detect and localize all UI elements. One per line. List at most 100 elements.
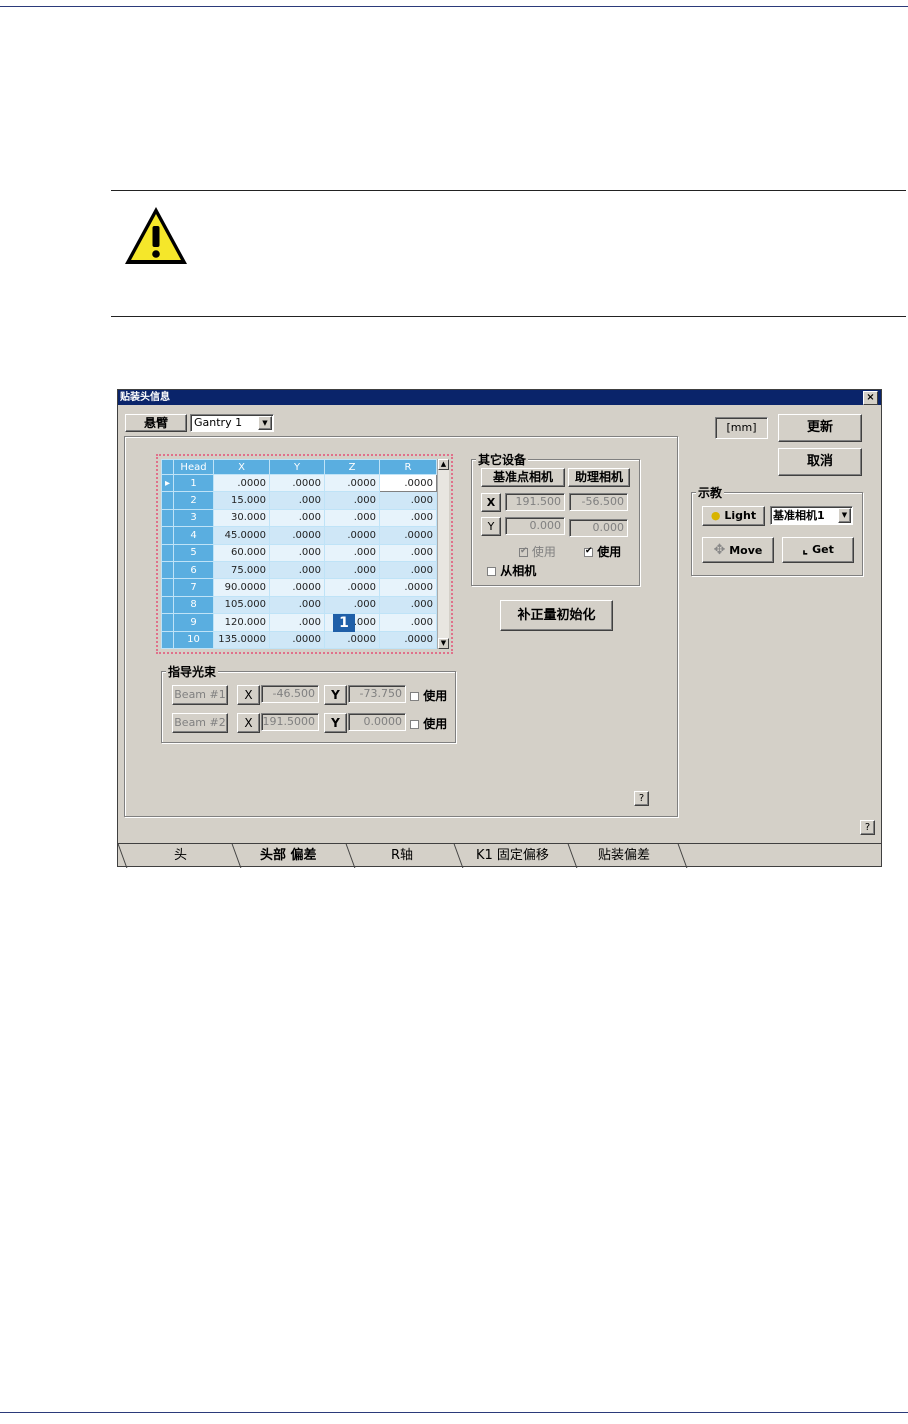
table-cell-x[interactable]: 120.000 bbox=[213, 613, 270, 632]
table-cell-x[interactable]: 135.0000 bbox=[213, 630, 270, 650]
scroll-up-icon[interactable]: ▲ bbox=[438, 459, 449, 470]
checkbox-box[interactable] bbox=[487, 567, 496, 576]
get-button[interactable]: ⌞ Get bbox=[782, 537, 854, 563]
offset-init-button[interactable]: 补正量初始化 bbox=[500, 600, 613, 631]
table-cell-r[interactable]: .000 bbox=[379, 491, 437, 510]
table-cell-x[interactable]: 45.0000 bbox=[213, 526, 270, 545]
table-row[interactable]: 4 45.0000 .0000 .0000 .0000 bbox=[161, 526, 437, 545]
table-cell-x[interactable]: 15.000 bbox=[213, 491, 270, 510]
head-table: Head X Y Z R ▸ 1 .0000 .0000 .0000 .0000 bbox=[161, 459, 437, 650]
tab-r-axis[interactable]: R轴 bbox=[391, 846, 413, 866]
row-selector[interactable] bbox=[161, 560, 174, 580]
tab-mount-offset[interactable]: 贴装偏差 bbox=[598, 846, 650, 866]
table-row[interactable]: 10 135.0000 .0000 .0000 .0000 bbox=[161, 630, 437, 650]
row-selector[interactable] bbox=[161, 613, 174, 632]
table-scrollbar[interactable]: ▲ ▼ bbox=[437, 459, 449, 649]
checkbox-box[interactable] bbox=[410, 692, 419, 701]
table-cell-y[interactable]: .000 bbox=[269, 543, 325, 562]
table-cell-r[interactable]: .0000 bbox=[379, 630, 437, 650]
table-cell-y[interactable]: .0000 bbox=[269, 473, 325, 493]
table-cell-y[interactable]: .0000 bbox=[269, 630, 325, 650]
move-arrows-icon: ✥ bbox=[713, 542, 726, 558]
table-row[interactable]: 5 60.000 .000 .000 .000 bbox=[161, 543, 437, 562]
table-cell-y[interactable]: .000 bbox=[269, 560, 325, 580]
table-row[interactable]: 2 15.000 .000 .000 .000 bbox=[161, 491, 437, 510]
table-row[interactable]: 3 30.000 .000 .000 .000 bbox=[161, 508, 437, 528]
aux-camera-x-field[interactable]: -56.500 bbox=[569, 493, 628, 511]
table-cell-r[interactable]: .000 bbox=[379, 560, 437, 580]
table-cell-z[interactable]: .000 bbox=[324, 491, 380, 510]
row-selector[interactable] bbox=[161, 543, 174, 562]
table-cell-r[interactable]: .000 bbox=[379, 508, 437, 528]
dialog-help-button[interactable]: ? bbox=[860, 820, 875, 835]
checkbox-box[interactable] bbox=[584, 546, 593, 557]
table-cell-z[interactable]: .0000 bbox=[324, 630, 380, 650]
table-row[interactable]: 7 90.0000 .0000 .0000 .0000 bbox=[161, 578, 437, 597]
row-selector[interactable] bbox=[161, 595, 174, 615]
table-cell-r[interactable]: .0000 bbox=[379, 578, 437, 597]
table-row[interactable]: 8 105.000 .000 .000 .000 bbox=[161, 595, 437, 615]
cancel-button[interactable]: 取消 bbox=[778, 448, 862, 476]
row-selector[interactable] bbox=[161, 508, 174, 528]
base-camera-x-field[interactable]: 191.500 bbox=[505, 493, 565, 511]
table-cell-r[interactable]: .0000 bbox=[379, 526, 437, 545]
table-cell-z[interactable]: .0000 bbox=[324, 578, 380, 597]
guide-beam-title: 指导光束 bbox=[166, 663, 219, 680]
light-button[interactable]: ● Light bbox=[702, 506, 765, 526]
table-cell-r[interactable]: .0000 bbox=[379, 473, 437, 493]
row-selector[interactable] bbox=[161, 578, 174, 597]
base-camera-use-checkbox[interactable]: 使用 bbox=[519, 543, 556, 560]
scroll-down-icon[interactable]: ▼ bbox=[438, 638, 449, 649]
table-row[interactable]: 9 120.000 .000 .000 .000 bbox=[161, 613, 437, 632]
beam1-use-checkbox[interactable]: 使用 bbox=[410, 687, 447, 704]
table-cell-x[interactable]: 60.000 bbox=[213, 543, 270, 562]
beam2-use-checkbox[interactable]: 使用 bbox=[410, 715, 447, 732]
base-camera-y-field[interactable]: 0.000 bbox=[505, 517, 565, 535]
table-cell-z[interactable]: .0000 bbox=[324, 526, 380, 545]
table-cell-z[interactable]: .000 bbox=[324, 595, 380, 615]
beam2-y-field[interactable]: 0.0000 bbox=[348, 713, 406, 731]
row-selector[interactable] bbox=[161, 526, 174, 545]
table-cell-y[interactable]: .0000 bbox=[269, 578, 325, 597]
beam1-x-field[interactable]: -46.500 bbox=[261, 685, 319, 703]
tab-k1-fixed-offset[interactable]: K1 固定偏移 bbox=[476, 846, 549, 866]
table-cell-y[interactable]: .000 bbox=[269, 595, 325, 615]
table-cell-r[interactable]: .000 bbox=[379, 595, 437, 615]
tab-head[interactable]: 头 bbox=[174, 846, 187, 866]
tab-head-offset[interactable]: 头部 偏差 bbox=[260, 846, 317, 866]
gantry-select[interactable]: Gantry 1 ▼ bbox=[190, 414, 274, 432]
panel-help-button[interactable]: ? bbox=[634, 791, 649, 806]
aux-camera-y-field[interactable]: 0.000 bbox=[569, 519, 628, 537]
move-button[interactable]: ✥ Move bbox=[702, 537, 774, 563]
table-cell-y[interactable]: .000 bbox=[269, 491, 325, 510]
table-cell-x[interactable]: 105.000 bbox=[213, 595, 270, 615]
table-cell-r[interactable]: .000 bbox=[379, 613, 437, 632]
table-cell-y[interactable]: .0000 bbox=[269, 526, 325, 545]
beam1-y-field[interactable]: -73.750 bbox=[348, 685, 406, 703]
chevron-down-icon[interactable]: ▼ bbox=[838, 508, 851, 523]
table-cell-x[interactable]: 90.0000 bbox=[213, 578, 270, 597]
table-cell-x[interactable]: 75.000 bbox=[213, 560, 270, 580]
table-cell-z[interactable]: .000 bbox=[324, 543, 380, 562]
row-selector[interactable] bbox=[161, 630, 174, 650]
row-selector[interactable] bbox=[161, 491, 174, 510]
camera-select[interactable]: 基准相机1 ▼ bbox=[770, 506, 853, 525]
table-cell-r[interactable]: .000 bbox=[379, 543, 437, 562]
close-icon[interactable]: × bbox=[863, 391, 878, 405]
checkbox-box[interactable] bbox=[519, 546, 528, 557]
table-cell-y[interactable]: .000 bbox=[269, 613, 325, 632]
table-cell-x[interactable]: .0000 bbox=[213, 473, 270, 493]
table-cell-z[interactable]: .000 bbox=[324, 508, 380, 528]
table-row[interactable]: ▸ 1 .0000 .0000 .0000 .0000 bbox=[161, 473, 437, 493]
aux-camera-use-checkbox[interactable]: 使用 bbox=[584, 543, 621, 560]
table-row[interactable]: 6 75.000 .000 .000 .000 bbox=[161, 560, 437, 580]
beam2-x-field[interactable]: 191.5000 bbox=[261, 713, 319, 731]
table-cell-z[interactable]: .000 bbox=[324, 560, 380, 580]
slave-camera-checkbox[interactable]: 从相机 bbox=[487, 562, 536, 579]
table-cell-z[interactable]: .0000 bbox=[324, 473, 380, 493]
chevron-down-icon[interactable]: ▼ bbox=[258, 416, 272, 430]
update-button[interactable]: 更新 bbox=[778, 414, 862, 442]
table-cell-y[interactable]: .000 bbox=[269, 508, 325, 528]
checkbox-box[interactable] bbox=[410, 720, 419, 729]
table-cell-x[interactable]: 30.000 bbox=[213, 508, 270, 528]
